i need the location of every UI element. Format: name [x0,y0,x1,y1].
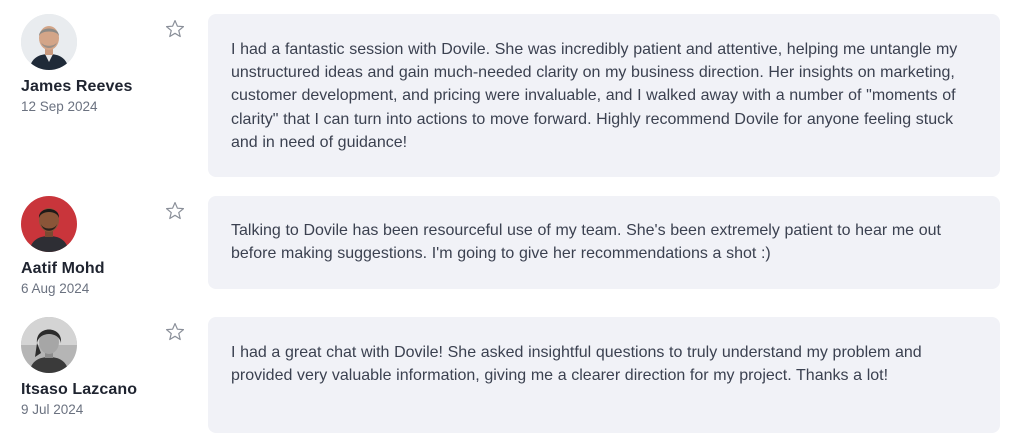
reviews-list: James Reeves 12 Sep 2024 I had a fantast… [0,0,1024,443]
star-outline-icon[interactable] [164,18,186,40]
avatar-photo [21,317,77,373]
review-text-bubble: I had a fantastic session with Dovile. S… [208,14,1000,177]
avatar[interactable] [21,317,77,373]
avatar-photo [21,196,77,252]
review-text: I had a great chat with Dovile! She aske… [231,344,922,385]
author-name: Itsaso Lazcano [21,381,138,398]
star-outline-icon[interactable] [164,321,186,343]
review-date: 12 Sep 2024 [21,99,98,114]
avatar[interactable] [21,196,77,252]
review-text-bubble: Talking to Dovile has been resourceful u… [208,196,1000,289]
review-text-bubble: I had a great chat with Dovile! She aske… [208,317,1000,433]
avatar-photo [21,14,77,70]
author-name: Aatif Mohd [21,260,105,277]
avatar[interactable] [21,14,77,70]
review-text: I had a fantastic session with Dovile. S… [231,41,958,151]
review-text: Talking to Dovile has been resourceful u… [231,222,941,263]
author-name: James Reeves [21,78,133,95]
review-date: 6 Aug 2024 [21,281,90,296]
review-date: 9 Jul 2024 [21,402,84,417]
star-outline-icon[interactable] [164,200,186,222]
